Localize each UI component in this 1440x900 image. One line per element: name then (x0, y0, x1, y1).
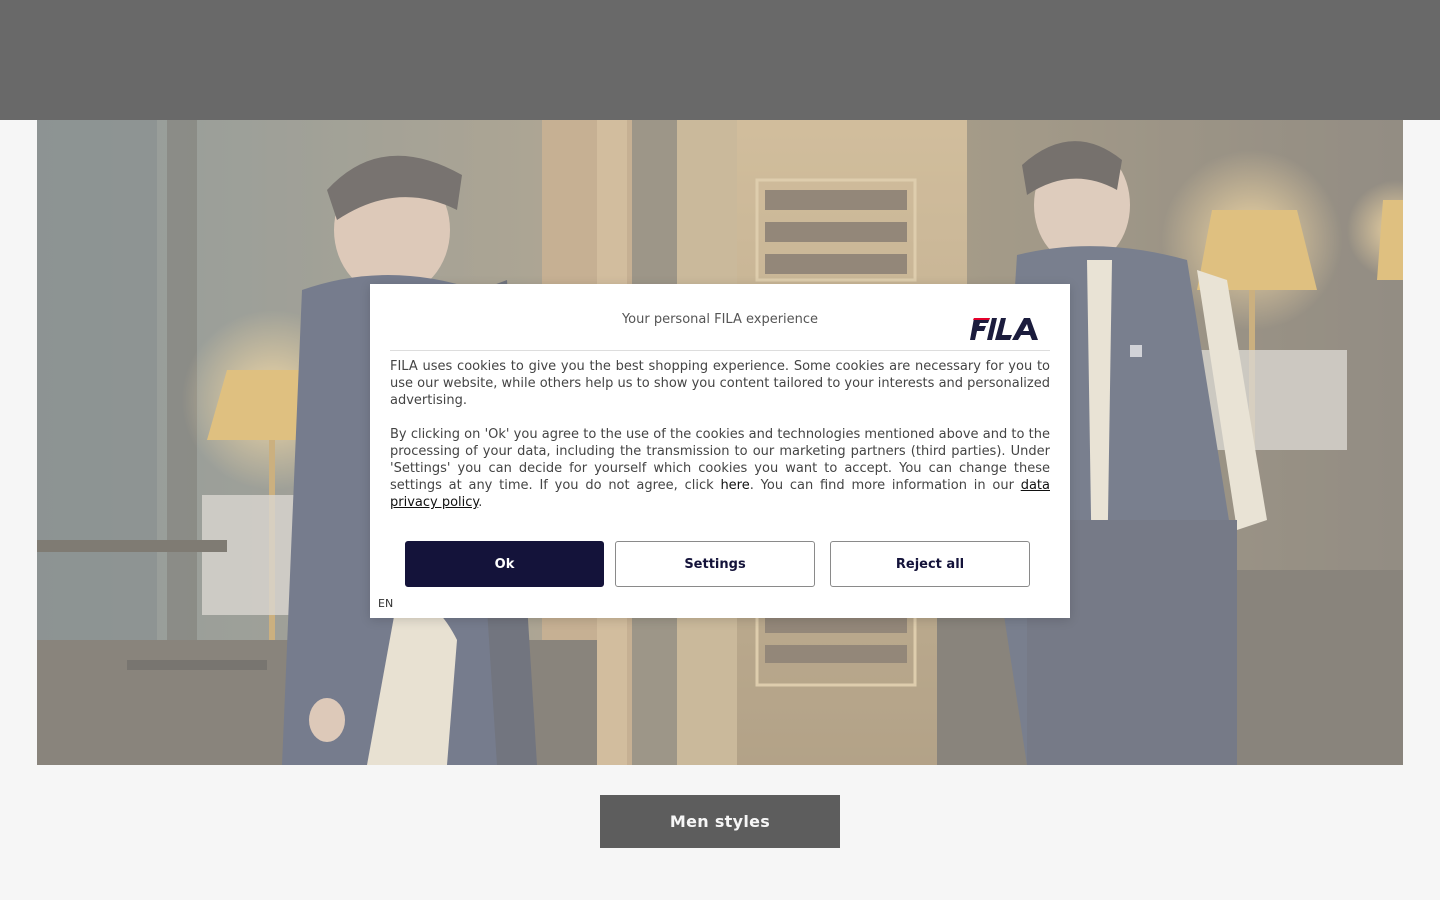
cookie-consent-dialog: Your personal FILA experience FILA uses … (370, 284, 1070, 618)
modal-backdrop-top (0, 0, 1440, 120)
consent-text-part-2: . You can find more information in our (749, 478, 1021, 493)
fila-logo (970, 318, 1038, 340)
ok-button[interactable]: Ok (405, 541, 604, 587)
dialog-body: FILA uses cookies to give you the best s… (390, 358, 1050, 511)
consent-text-paragraph-1: FILA uses cookies to give you the best s… (390, 359, 1050, 408)
reject-here-link[interactable]: here (720, 478, 749, 493)
consent-text-paragraph-2: By clicking on 'Ok' you agree to the use… (390, 426, 1050, 511)
dialog-header: Your personal FILA experience (390, 284, 1050, 351)
language-selector[interactable]: EN (378, 597, 393, 610)
consent-text-part-3: . (478, 495, 483, 510)
dialog-title: Your personal FILA experience (621, 312, 819, 327)
settings-button[interactable]: Settings (615, 541, 815, 587)
reject-all-button[interactable]: Reject all (830, 541, 1030, 587)
page: Men styles Your personal FILA experience (0, 0, 1440, 900)
